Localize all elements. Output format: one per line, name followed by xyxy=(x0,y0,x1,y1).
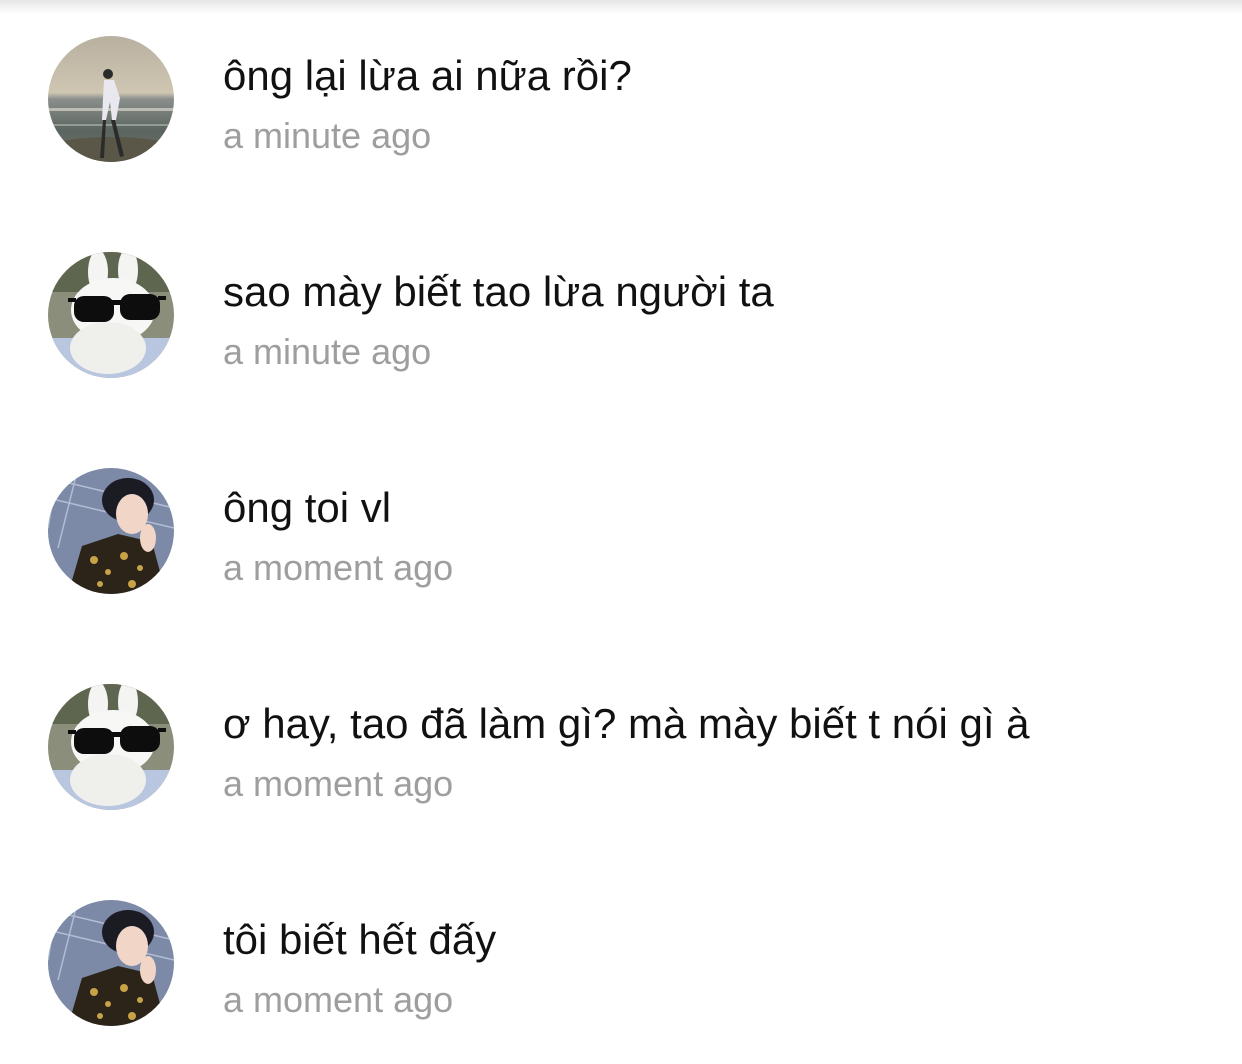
comment-text: ông toi vl xyxy=(223,484,392,531)
comment-text: sao mày biết tao lừa người ta xyxy=(223,268,774,315)
beach-man-avatar[interactable] xyxy=(48,36,174,162)
comment-timestamp: a moment ago xyxy=(223,763,454,804)
comment-timestamp: a moment ago xyxy=(223,547,454,588)
rabbit-sunglasses-avatar[interactable] xyxy=(48,252,174,378)
idol-portrait-avatar[interactable] xyxy=(48,900,174,1026)
comment-text: tôi biết hết đấy xyxy=(223,916,497,963)
comment-text: ơ hay, tao đã làm gì? mà mày biết t nói … xyxy=(223,700,1030,747)
comment-item: ông lại lừa ai nữa rồi? a minute ago xyxy=(0,0,1242,200)
comment-timestamp: a minute ago xyxy=(223,115,432,156)
comment-text: ông lại lừa ai nữa rồi? xyxy=(223,52,632,99)
idol-portrait-avatar[interactable] xyxy=(48,468,174,594)
comment-timestamp: a minute ago xyxy=(223,331,432,372)
comment-item: tôi biết hết đấy a moment ago xyxy=(0,864,1242,1064)
comment-timestamp: a moment ago xyxy=(223,979,454,1020)
rabbit-sunglasses-avatar[interactable] xyxy=(48,684,174,810)
comment-item: ông toi vl a moment ago xyxy=(0,432,1242,632)
comment-item: ơ hay, tao đã làm gì? mà mày biết t nói … xyxy=(0,648,1242,848)
comment-item: sao mày biết tao lừa người ta a minute a… xyxy=(0,216,1242,416)
